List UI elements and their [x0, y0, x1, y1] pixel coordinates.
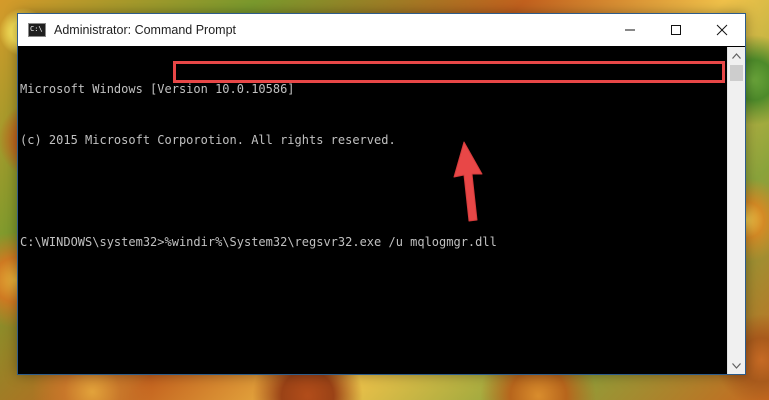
- command-text[interactable]: %windir%\System32\regsvr32.exe /u mqlogm…: [165, 234, 497, 251]
- close-icon: [716, 24, 728, 36]
- console-output[interactable]: Microsoft Windows [Version 10.0.10586] (…: [18, 47, 728, 374]
- scroll-up-button[interactable]: [728, 47, 745, 64]
- window-title: Administrator: Command Prompt: [54, 23, 237, 37]
- close-button[interactable]: [699, 14, 745, 46]
- console-line-version: Microsoft Windows [Version 10.0.10586]: [20, 82, 295, 96]
- minimize-button[interactable]: [607, 14, 653, 46]
- cmd-icon: [28, 23, 46, 37]
- command-prompt-window: Administrator: Command Prompt Microsoft: [17, 13, 746, 375]
- prompt-path: C:\WINDOWS\system32>: [20, 235, 165, 249]
- console-line-copyright: (c) 2015 Microsoft Corporotion. All righ…: [20, 133, 396, 147]
- scroll-thumb[interactable]: [730, 65, 743, 81]
- scroll-down-button[interactable]: [728, 357, 745, 374]
- maximize-button[interactable]: [653, 14, 699, 46]
- red-arrow-icon: [453, 141, 483, 222]
- command-line[interactable]: C:\WINDOWS\system32> %windir%\System32\re…: [20, 234, 728, 251]
- maximize-icon: [671, 25, 681, 35]
- vertical-scrollbar[interactable]: [727, 47, 745, 374]
- title-bar[interactable]: Administrator: Command Prompt: [18, 14, 745, 46]
- minimize-icon: [625, 29, 635, 31]
- window-controls: [607, 14, 745, 46]
- chevron-down-icon: [732, 362, 741, 369]
- chevron-up-icon: [732, 52, 741, 59]
